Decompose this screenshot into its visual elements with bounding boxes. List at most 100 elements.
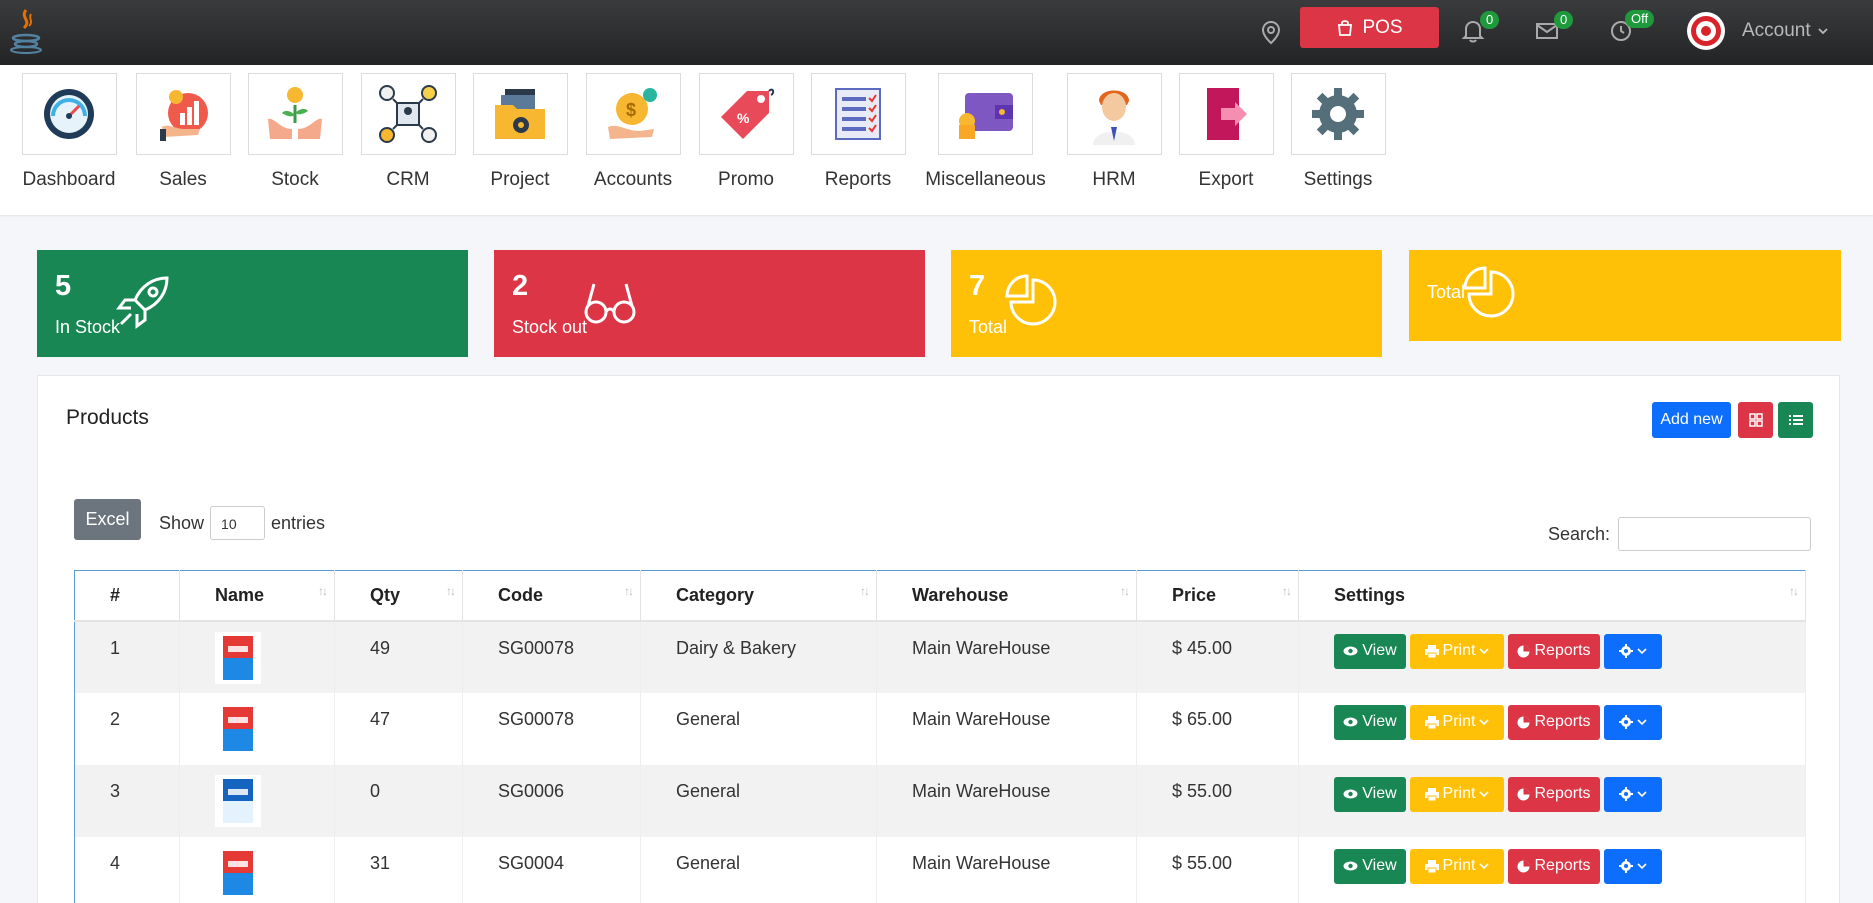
- module-reports[interactable]: Reports: [810, 73, 906, 191]
- sort-icon: ↑↓: [1282, 584, 1292, 598]
- cell-code: SG00078: [462, 620, 641, 693]
- stat-value: 2: [512, 270, 529, 302]
- location-pin-icon[interactable]: [1260, 20, 1282, 46]
- entries-label: entries: [271, 512, 326, 533]
- product-thumbnail[interactable]: [215, 774, 261, 827]
- table-search: Search:: [1548, 517, 1812, 551]
- gear-icon: [1312, 88, 1364, 140]
- stat-card-in-stock[interactable]: 5 In Stock: [37, 250, 468, 357]
- module-miscellaneous[interactable]: Miscellaneous: [923, 73, 1048, 191]
- view-button[interactable]: View: [1334, 776, 1406, 812]
- search-label: Search:: [1548, 523, 1611, 544]
- rocket-icon: [116, 276, 169, 329]
- chevron-down-icon: [1479, 863, 1490, 870]
- cell-price: $ 55.00: [1136, 836, 1299, 903]
- row-settings-dropdown[interactable]: [1604, 848, 1662, 884]
- reports-button[interactable]: Reports: [1508, 848, 1600, 884]
- reports-label: Reports: [1534, 713, 1591, 730]
- grid-icon: [1748, 413, 1763, 427]
- eye-icon: [1343, 861, 1358, 871]
- product-thumbnail[interactable]: [215, 702, 261, 755]
- row-settings-dropdown[interactable]: [1604, 633, 1662, 669]
- column-header-code[interactable]: Code ↑↓: [462, 570, 641, 622]
- row-settings-dropdown[interactable]: [1604, 776, 1662, 812]
- reports-button[interactable]: Reports: [1508, 704, 1600, 740]
- export-icon: [1207, 88, 1247, 140]
- reports-button[interactable]: Reports: [1508, 633, 1600, 669]
- sort-icon: ↑↓: [1120, 584, 1130, 598]
- column-header-number[interactable]: #: [74, 570, 180, 622]
- print-dropdown-button[interactable]: Print: [1410, 776, 1504, 812]
- view-button[interactable]: View: [1334, 704, 1406, 740]
- stat-card-total[interactable]: 7 Total: [951, 250, 1382, 357]
- view-button[interactable]: View: [1334, 633, 1406, 669]
- grid-view-button[interactable]: [1738, 402, 1773, 438]
- view-button[interactable]: View: [1334, 848, 1406, 884]
- reports-label: Reports: [1534, 642, 1591, 659]
- print-dropdown-button[interactable]: Print: [1410, 848, 1504, 884]
- cell-code: SG0006: [462, 764, 641, 837]
- cell-number: 2: [74, 692, 180, 765]
- svg-text:%: %: [737, 110, 750, 126]
- panel-title: Products: [66, 406, 149, 429]
- module-accounts[interactable]: $ Accounts: [585, 73, 681, 191]
- module-crm[interactable]: CRM: [360, 73, 456, 191]
- module-sales[interactable]: Sales: [135, 73, 231, 191]
- table-row: 1 49 SG00078 Dairy & Bakery Main WareHou…: [74, 620, 1806, 693]
- sort-icon: ↑↓: [446, 584, 456, 598]
- product-thumbnail[interactable]: [215, 846, 261, 899]
- pie-chart-icon: [1463, 266, 1515, 318]
- print-dropdown-button[interactable]: Print: [1410, 633, 1504, 669]
- cell-number: 3: [74, 764, 180, 837]
- java-logo-icon[interactable]: [6, 6, 46, 56]
- module-stock[interactable]: Stock: [247, 73, 343, 191]
- entries-select[interactable]: 10: [210, 506, 266, 540]
- module-label: Project: [490, 169, 550, 190]
- column-header-warehouse[interactable]: Warehouse ↑↓: [876, 570, 1137, 622]
- column-header-settings[interactable]: Settings ↑↓: [1298, 570, 1806, 622]
- module-dashboard[interactable]: Dashboard: [21, 73, 117, 191]
- column-header-category[interactable]: Category ↑↓: [640, 570, 877, 622]
- account-menu[interactable]: Account: [1742, 20, 1829, 42]
- entries-length-control: Show 10 entries: [159, 506, 325, 540]
- chevron-down-icon: [1479, 719, 1490, 726]
- product-thumbnail[interactable]: [215, 631, 261, 684]
- column-header-price[interactable]: Price ↑↓: [1136, 570, 1299, 622]
- row-actions: View Print Reports: [1334, 848, 1805, 884]
- module-settings[interactable]: Settings: [1290, 73, 1386, 191]
- reports-checklist-icon: [835, 88, 881, 140]
- module-promo[interactable]: % Promo: [698, 73, 794, 191]
- print-label: Print: [1442, 857, 1476, 874]
- pie-chart-icon: [1517, 860, 1530, 872]
- eye-icon: [1343, 789, 1358, 799]
- eye-icon: [1343, 646, 1358, 656]
- pos-button[interactable]: POS: [1300, 7, 1439, 48]
- cell-qty: 0: [334, 764, 463, 837]
- messages-badge: 0: [1554, 11, 1574, 29]
- stat-card-total-2[interactable]: Total: [1409, 250, 1841, 341]
- cell-warehouse: Main WareHouse: [876, 620, 1137, 693]
- search-input[interactable]: [1618, 517, 1812, 551]
- row-settings-dropdown[interactable]: [1604, 704, 1662, 740]
- column-header-name[interactable]: Name ↑↓: [179, 570, 335, 622]
- column-header-qty[interactable]: Qty ↑↓: [334, 570, 463, 622]
- module-label: Export: [1198, 169, 1254, 190]
- module-hrm[interactable]: HRM: [1066, 73, 1162, 191]
- excel-export-button[interactable]: Excel: [74, 499, 141, 540]
- add-new-button[interactable]: Add new: [1652, 402, 1731, 438]
- cell-warehouse: Main WareHouse: [876, 764, 1137, 837]
- list-view-button[interactable]: [1778, 402, 1813, 438]
- reports-button[interactable]: Reports: [1508, 776, 1600, 812]
- cell-code: SG00078: [462, 692, 641, 765]
- stat-caption: Total: [1427, 282, 1466, 302]
- module-project[interactable]: Project: [472, 73, 568, 191]
- glasses-icon: [584, 283, 636, 324]
- print-dropdown-button[interactable]: Print: [1410, 704, 1504, 740]
- chevron-down-icon: [1637, 719, 1647, 726]
- cell-category: Dairy & Bakery: [640, 620, 877, 693]
- avatar[interactable]: [1687, 12, 1725, 50]
- stat-card-stock-out[interactable]: 2 Stock out: [494, 250, 925, 357]
- cell-code: SG0004: [462, 836, 641, 903]
- module-export[interactable]: Export: [1178, 73, 1274, 191]
- stat-caption: Stock out: [512, 317, 588, 337]
